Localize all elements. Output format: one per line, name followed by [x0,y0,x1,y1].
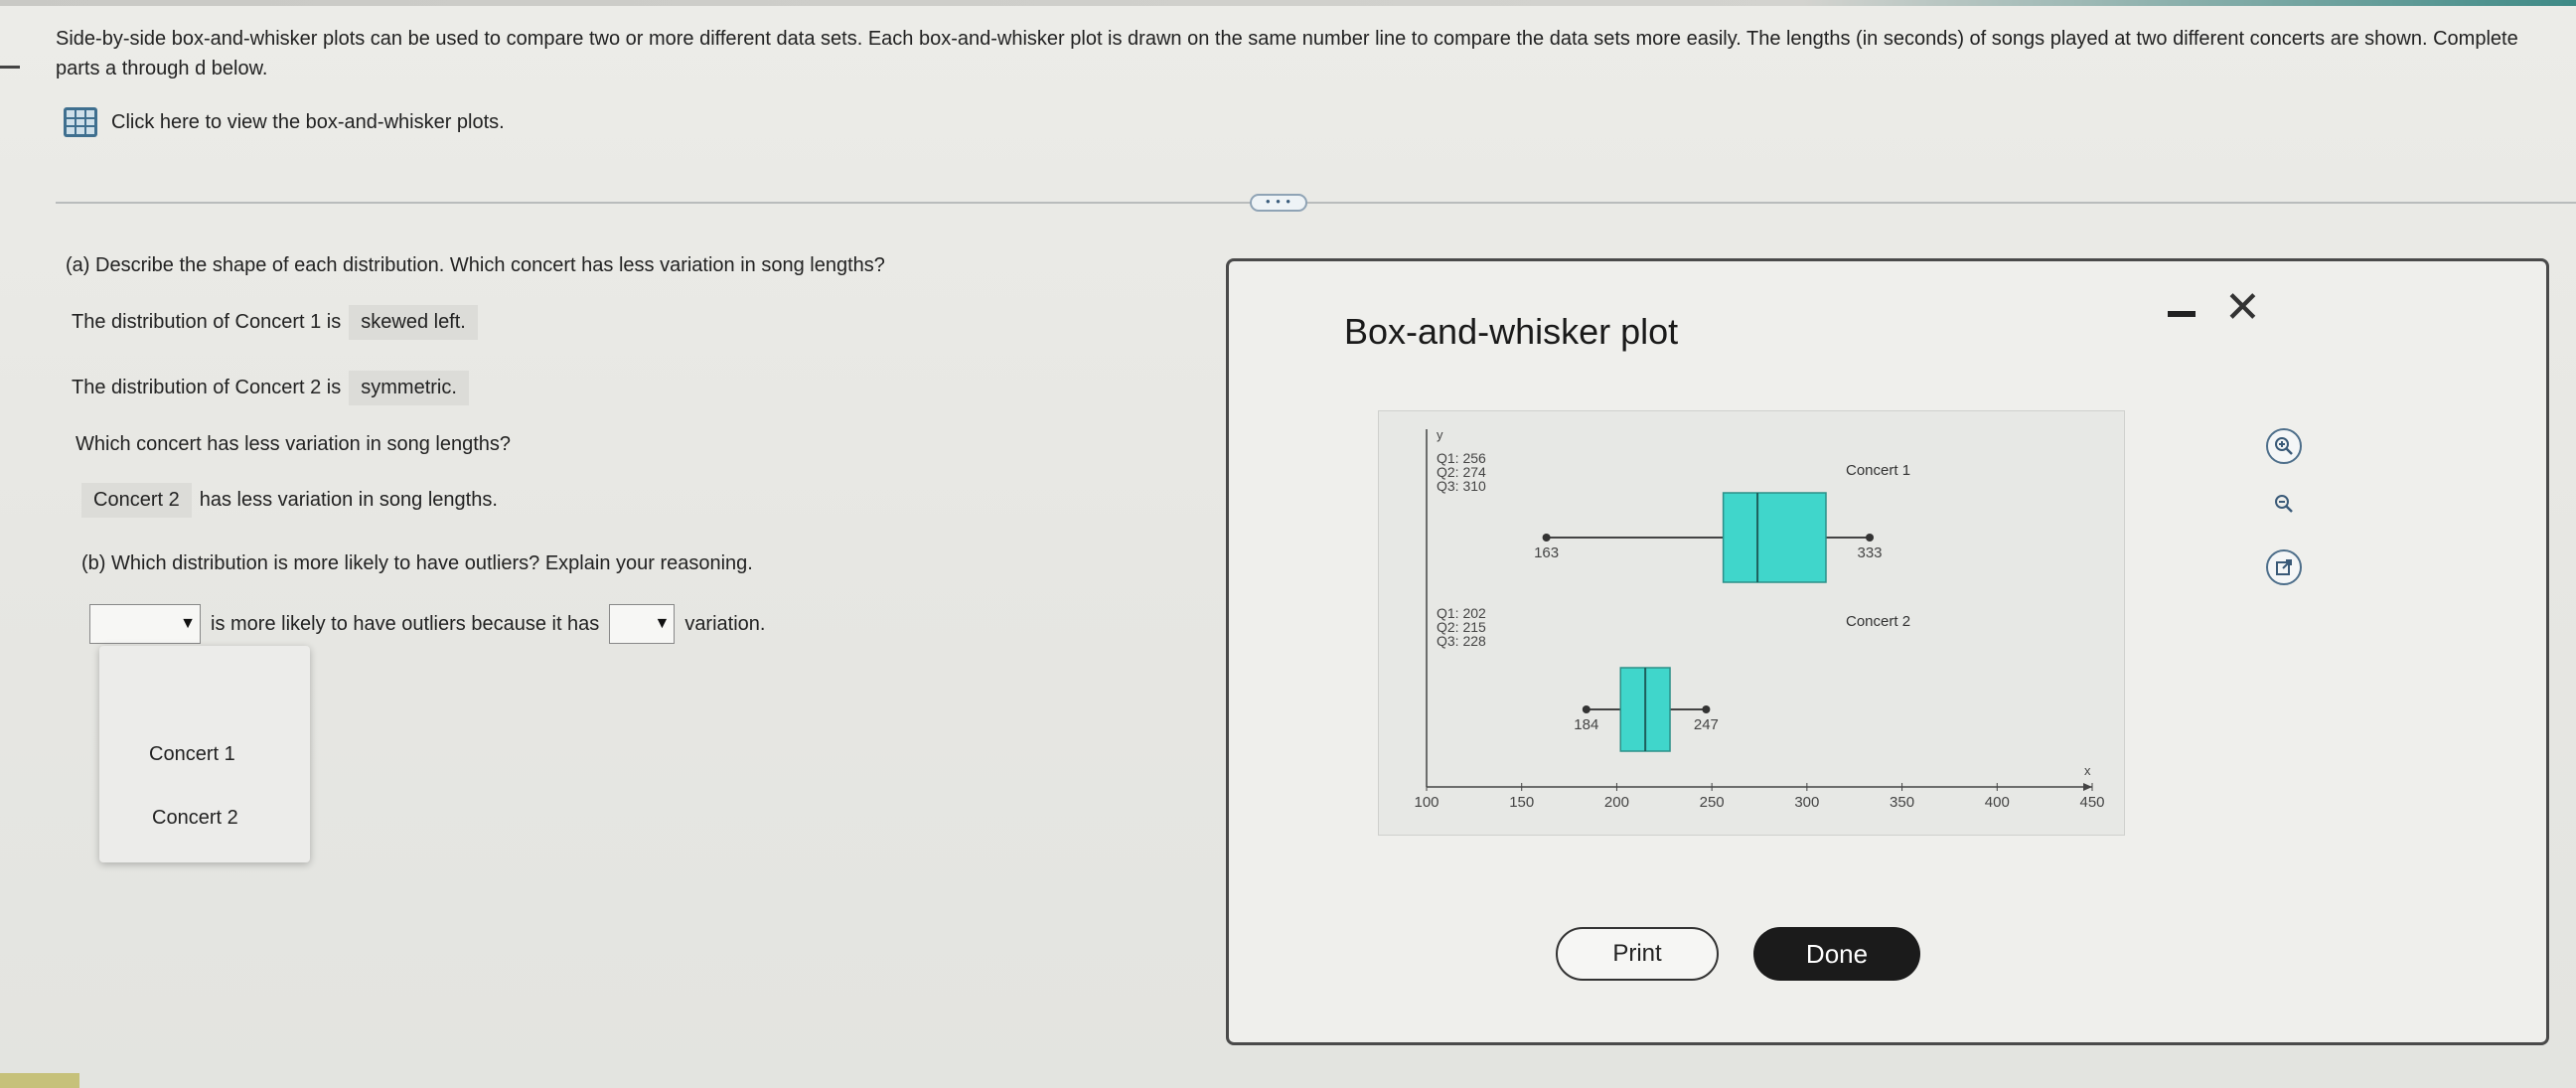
variation-level-dropdown[interactable]: ▼ [609,604,676,644]
view-plots-label[interactable]: Click here to view the box-and-whisker p… [111,111,505,134]
part-a-prompt: (a) Describe the shape of each distribut… [66,254,885,276]
dropdown-option-concert2[interactable]: Concert 2 [152,807,238,830]
box-plot-dialog: Box-and-whisker plot ✕ y x 100 150 200 250 300… [1226,258,2549,1045]
variation-answer-line: Concert 2 has less variation in song len… [81,483,498,518]
popout-icon[interactable] [2266,549,2302,585]
zoom-out-icon[interactable] [2266,486,2302,522]
series-name-label: Concert 1 [1846,462,1910,479]
x-tick-label: 200 [1604,794,1629,811]
concert2-shape-line: The distribution of Concert 2 is symmetr… [72,371,469,405]
section-divider [56,202,2576,204]
dropdown-arrow-icon: ▼ [654,615,671,632]
outlier-end-text: variation. [684,612,766,635]
x-axis-arrow [2083,783,2092,791]
iqr-box [1722,492,1827,583]
x-tick-label: 350 [1890,794,1914,811]
series-name-label: Concert 2 [1846,613,1910,630]
quartile-label: Q3: 228 [1437,633,1486,649]
min-point [1542,534,1551,542]
part-b-prompt: (b) Which distribution is more likely to… [81,552,753,574]
x-tick-label: 450 [2079,794,2104,811]
bottom-strip [0,1073,79,1088]
expand-button[interactable]: • • • [1250,194,1307,212]
done-button[interactable]: Done [1753,927,1920,981]
concert1-shape-prefix: The distribution of Concert 1 is [72,311,342,333]
concert1-shape-line: The distribution of Concert 1 is skewed … [72,305,478,340]
max-value-label: 333 [1858,544,1883,561]
y-axis-label: y [1437,427,1443,442]
box-plot-chart: yx100 150 200 250 300 350 400 450Q1: 256Q2: 274… [1414,427,2104,811]
dialog-title: Box-and-whisker plot [1344,311,1679,352]
minimize-icon[interactable] [2168,311,2196,317]
outlier-answer-line: ▼ is more likely to have outliers becaus… [89,604,765,644]
close-icon[interactable]: ✕ [2224,286,2261,330]
print-button[interactable]: Print [1556,927,1719,981]
zoom-in-icon[interactable] [2266,428,2302,464]
dropdown-option-concert1[interactable]: Concert 1 [149,743,235,766]
outlier-middle-text: is more likely to have outliers because … [211,612,600,635]
max-value-label: 247 [1694,716,1719,733]
x-tick-label: 250 [1700,794,1725,811]
variation-question: Which concert has less variation in song… [76,433,512,455]
concert2-shape-prefix: The distribution of Concert 2 is [72,377,342,398]
x-tick-label: 400 [1985,794,2010,811]
x-tick-label: 100 [1414,794,1439,811]
quartile-label: Q3: 310 [1437,478,1486,494]
concert2-shape-answer[interactable]: symmetric. [349,371,469,405]
variation-answer[interactable]: Concert 2 [81,483,192,518]
x-tick-label: 150 [1509,794,1534,811]
table-icon[interactable] [64,107,97,137]
question-text: Side-by-side box-and-whisker plots can b… [56,28,2518,79]
x-axis-label: x [2084,763,2091,778]
left-marker [0,66,20,69]
min-value-label: 184 [1574,716,1598,733]
max-point [1866,534,1875,542]
x-tick-label: 300 [1794,794,1819,811]
concert1-shape-answer[interactable]: skewed left. [349,305,478,340]
plot-area: y x 100 150 200 250 300 350 400 450 Q1: 256 Q2: 274… [1378,410,2125,836]
max-point [1702,705,1711,713]
outlier-concert-dropdown[interactable]: ▼ [89,604,201,644]
dropdown-arrow-icon: ▼ [180,615,196,632]
min-value-label: 163 [1534,544,1559,561]
min-point [1582,705,1591,713]
top-border [0,0,2576,6]
variation-suffix: has less variation in song lengths. [199,489,498,511]
view-plots-link[interactable]: Click here to view the box-and-whisker p… [64,107,505,137]
